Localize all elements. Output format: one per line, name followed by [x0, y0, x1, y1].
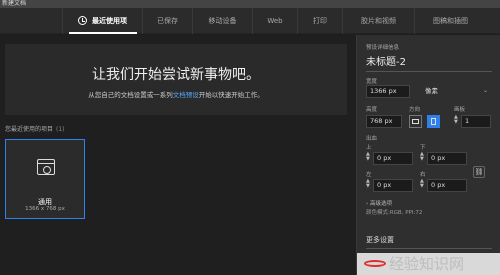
landscape-orientation-icon[interactable] — [409, 115, 422, 128]
tab-label: 图稿和插图 — [433, 16, 468, 25]
chevron-down-icon[interactable]: ⌄ — [483, 87, 488, 94]
bleed-right-input[interactable]: 0 px — [427, 179, 467, 192]
tab-art-illustration[interactable]: 图稿和插图 — [414, 7, 486, 34]
red-circle-annotation — [364, 260, 386, 267]
preset-details-title: 预设详细信息 — [366, 45, 400, 51]
watermark-text: 经验知识网 — [389, 255, 465, 273]
preset-details-panel: 预设详细信息 未标题-2 宽度 1366 px 像素 ⌄ 高度 768 px 方… — [356, 35, 500, 275]
subtitle-text: 开始以快速开始工作。 — [198, 91, 264, 99]
landscape-glyph — [412, 119, 419, 124]
height-label: 高度 — [366, 107, 378, 113]
tab-web[interactable]: Web — [252, 7, 297, 34]
bottom-strip: 经验知识网 — [357, 253, 500, 275]
bleed-top-input[interactable]: 0 px — [373, 152, 413, 165]
divider — [366, 248, 492, 249]
bleed-left-label: 左 — [366, 172, 372, 178]
recent-panel: 让我们开始尝试新事物吧。 从您自己的文档设置或一系列文档预设开始以快速开始工作。… — [0, 35, 355, 275]
tab-label: 打印 — [313, 16, 327, 25]
bleed-left-input[interactable]: 0 px — [373, 179, 413, 192]
more-settings-button[interactable]: 更多设置 — [366, 235, 394, 245]
subtitle-text: 从您自己的文档设置或一系列 — [88, 91, 173, 99]
bleed-bottom-label: 下 — [420, 145, 426, 151]
artboards-input[interactable]: 1 — [461, 115, 491, 128]
tab-mobile[interactable]: 移动设备 — [192, 7, 252, 34]
unit-select[interactable]: 像素 — [425, 85, 438, 98]
tab-print[interactable]: 打印 — [297, 7, 342, 34]
clock-icon — [78, 16, 87, 25]
recent-items-label: 您最近使用的项目 (1) — [5, 124, 65, 133]
tab-label: 移动设备 — [208, 16, 237, 25]
bleed-right-stepper[interactable]: ▲ ▼ — [420, 179, 424, 189]
bleed-right-label: 右 — [420, 172, 426, 178]
tab-label: 胶片和视频 — [361, 16, 396, 25]
bleed-top-stepper[interactable]: ▲ ▼ — [366, 152, 370, 162]
portrait-orientation-icon[interactable] — [427, 115, 440, 128]
tab-saved[interactable]: 已保存 — [142, 7, 192, 34]
bleed-top-label: 上 — [366, 145, 372, 151]
artboards-stepper[interactable]: ▲ ▼ — [454, 115, 458, 125]
link-icon[interactable]: ⛓ — [473, 166, 485, 178]
category-tabs: 最近使用项 已保存 移动设备 Web 打印 胶片和视频 图稿和插图 — [0, 7, 500, 34]
welcome-title: 让我们开始尝试新事物吧。 — [92, 67, 260, 83]
bleed-bottom-input[interactable]: 0 px — [427, 152, 467, 165]
portrait-glyph — [431, 118, 436, 125]
bleed-label: 出血 — [366, 136, 378, 142]
document-name-field[interactable]: 未标题-2 — [366, 53, 492, 72]
tab-label: 最近使用项 — [92, 16, 127, 25]
welcome-subtitle: 从您自己的文档设置或一系列文档预设开始以快速开始工作。 — [5, 89, 347, 99]
tab-film-video[interactable]: 胶片和视频 — [342, 7, 414, 34]
orientation-label: 方向 — [409, 107, 421, 113]
width-label: 宽度 — [366, 79, 378, 85]
artboards-label: 画板 — [454, 107, 466, 113]
tab-label: Web — [267, 16, 283, 25]
new-document-dialog: 新建文档 最近使用项 已保存 移动设备 Web 打印 胶片和视频 图稿和插图 让… — [0, 0, 500, 275]
bleed-left-stepper[interactable]: ▲ ▼ — [366, 179, 370, 189]
welcome-banner: 让我们开始尝试新事物吧。 从您自己的文档设置或一系列文档预设开始以快速开始工作。 — [5, 44, 347, 115]
active-tab-underline — [69, 31, 137, 34]
document-icon — [37, 159, 55, 175]
width-input[interactable]: 1366 px — [366, 85, 410, 98]
tab-recent[interactable]: 最近使用项 — [62, 7, 142, 34]
recent-label-text: 您最近使用的项目 — [5, 126, 54, 133]
bleed-bottom-stepper[interactable]: ▲ ▼ — [420, 152, 424, 162]
recent-count: (1) — [56, 126, 65, 133]
advanced-options-toggle[interactable]: › 高级选项 — [366, 199, 392, 207]
color-mode-text: 颜色模式:RGB, PPI:72 — [366, 210, 423, 216]
preset-card-general[interactable]: 通用 1366 x 768 px — [5, 139, 85, 219]
tab-label: 已保存 — [157, 16, 178, 25]
preset-size: 1366 x 768 px — [25, 206, 65, 212]
height-input[interactable]: 768 px — [366, 115, 402, 128]
advanced-label: 高级选项 — [369, 201, 392, 207]
presets-link[interactable]: 文档预设 — [173, 91, 199, 99]
